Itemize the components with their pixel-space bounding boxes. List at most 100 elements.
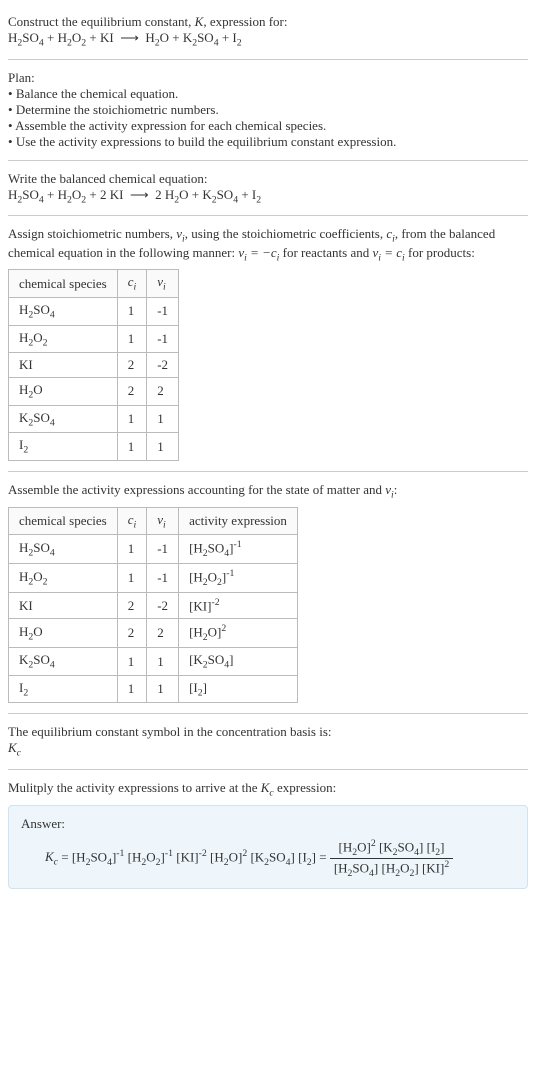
kc-expression: Kc = [H2SO4]-1 [H2O2]-1 [KI]-2 [H2O]2 [K… [21, 838, 515, 879]
table-row: H2O21-1 [9, 325, 179, 353]
cell-expr: [H2O]2 [179, 619, 298, 648]
cell-species: H2SO4 [9, 297, 118, 325]
kc-symbol: Kc [8, 740, 528, 759]
cell-expr: [I2] [179, 675, 298, 703]
cell-ci: 1 [117, 648, 147, 676]
cell-species: KI [9, 592, 118, 618]
cell-expr: [KI]-2 [179, 592, 298, 618]
stoich-text: for reactants and [279, 245, 372, 260]
stoich-intro: Assign stoichiometric numbers, νi, using… [8, 226, 528, 263]
stoich-rel2: νi = ci [373, 245, 405, 260]
activity-section: Assemble the activity expressions accoun… [8, 476, 528, 709]
final-heading: Mulitply the activity expressions to arr… [8, 780, 528, 799]
cell-ci: 1 [117, 405, 147, 433]
col-nu: νi [147, 270, 179, 298]
cell-nu: -1 [147, 564, 179, 593]
table-row: KI2-2[KI]-2 [9, 592, 298, 618]
cell-ci: 2 [117, 378, 147, 406]
cell-ci: 1 [117, 325, 147, 353]
kc-lhs: Kc [45, 849, 58, 864]
plan-item: • Assemble the activity expression for e… [8, 118, 528, 134]
plan-section: Plan: • Balance the chemical equation. •… [8, 64, 528, 156]
symbol-line: The equilibrium constant symbol in the c… [8, 724, 528, 740]
stoich-ci: ci [386, 226, 395, 241]
table-row: H2O22[H2O]2 [9, 619, 298, 648]
balanced-heading: Write the balanced chemical equation: [8, 171, 528, 187]
divider [8, 160, 528, 161]
cell-ci: 2 [117, 592, 147, 618]
divider [8, 769, 528, 770]
answer-label: Answer: [21, 816, 515, 832]
stoich-text: Assign stoichiometric numbers, [8, 226, 176, 241]
cell-ci: 1 [117, 297, 147, 325]
cell-species: I2 [9, 433, 118, 461]
table-row: KI2-2 [9, 353, 179, 378]
cell-nu: 1 [147, 675, 179, 703]
col-nu: νi [147, 507, 179, 535]
stoich-nu: νi [176, 226, 185, 241]
col-ci: ci [117, 507, 147, 535]
cell-nu: -1 [147, 297, 179, 325]
stoich-section: Assign stoichiometric numbers, νi, using… [8, 220, 528, 467]
cell-nu: 1 [147, 648, 179, 676]
table-row: I211[I2] [9, 675, 298, 703]
header-section: Construct the equilibrium constant, K, e… [8, 8, 528, 55]
cell-species: H2O2 [9, 564, 118, 593]
table-row: I211 [9, 433, 179, 461]
balanced-section: Write the balanced chemical equation: H2… [8, 165, 528, 212]
stoich-text: , using the stoichiometric coefficients, [185, 226, 387, 241]
title: Construct the equilibrium constant, K, e… [8, 14, 528, 30]
title-text-2: , expression for: [203, 14, 287, 29]
divider [8, 59, 528, 60]
cell-nu: 1 [147, 405, 179, 433]
cell-nu: -2 [147, 592, 179, 618]
plan-item-text: Balance the chemical equation. [16, 86, 178, 101]
cell-species: H2SO4 [9, 535, 118, 564]
cell-nu: 1 [147, 433, 179, 461]
cell-species: K2SO4 [9, 405, 118, 433]
stoich-table: chemical species ci νi H2SO41-1 H2O21-1 … [8, 269, 179, 461]
cell-ci: 1 [117, 433, 147, 461]
final-section: Mulitply the activity expressions to arr… [8, 774, 528, 895]
symbol-section: The equilibrium constant symbol in the c… [8, 718, 528, 765]
col-ci: ci [117, 270, 147, 298]
cell-expr: [K2SO4] [179, 648, 298, 676]
table-row: H2O22 [9, 378, 179, 406]
final-text: expression: [274, 780, 336, 795]
cell-ci: 2 [117, 353, 147, 378]
plan-heading: Plan: [8, 70, 528, 86]
stoich-rel1: νi = −ci [238, 245, 279, 260]
divider [8, 215, 528, 216]
cell-species: H2O [9, 378, 118, 406]
col-species: chemical species [9, 270, 118, 298]
divider [8, 471, 528, 472]
cell-expr: [H2O2]-1 [179, 564, 298, 593]
kc-inline: Kc [261, 780, 274, 795]
table-row: H2O21-1[H2O2]-1 [9, 564, 298, 593]
plan-item-text: Use the activity expressions to build th… [16, 134, 397, 149]
kc-fraction: [H2O]2 [K2SO4] [I2] [H2SO4] [H2O2] [KI]2 [330, 838, 453, 879]
answer-box: Answer: Kc = [H2SO4]-1 [H2O2]-1 [KI]-2 [… [8, 805, 528, 890]
plan-item-text: Determine the stoichiometric numbers. [16, 102, 219, 117]
cell-ci: 1 [117, 564, 147, 593]
divider [8, 713, 528, 714]
stoich-text: for products: [405, 245, 475, 260]
final-text: Mulitply the activity expressions to arr… [8, 780, 261, 795]
plan-item: • Balance the chemical equation. [8, 86, 528, 102]
plan-item-text: Assemble the activity expression for eac… [15, 118, 326, 133]
cell-nu: 2 [147, 378, 179, 406]
table-header-row: chemical species ci νi [9, 270, 179, 298]
table-header-row: chemical species ci νi activity expressi… [9, 507, 298, 535]
unbalanced-equation: H2SO4 + H2O2 + KI ⟶ H2O + K2SO4 + I2 [8, 30, 528, 49]
activity-table: chemical species ci νi activity expressi… [8, 507, 298, 704]
cell-species: I2 [9, 675, 118, 703]
plan-item: • Use the activity expressions to build … [8, 134, 528, 150]
cell-nu: -1 [147, 325, 179, 353]
table-row: K2SO411 [9, 405, 179, 433]
cell-ci: 1 [117, 675, 147, 703]
cell-species: H2O [9, 619, 118, 648]
kc-denominator: [H2SO4] [H2O2] [KI]2 [330, 859, 453, 879]
title-text-1: Construct the equilibrium constant, [8, 14, 195, 29]
plan-item: • Determine the stoichiometric numbers. [8, 102, 528, 118]
cell-ci: 2 [117, 619, 147, 648]
